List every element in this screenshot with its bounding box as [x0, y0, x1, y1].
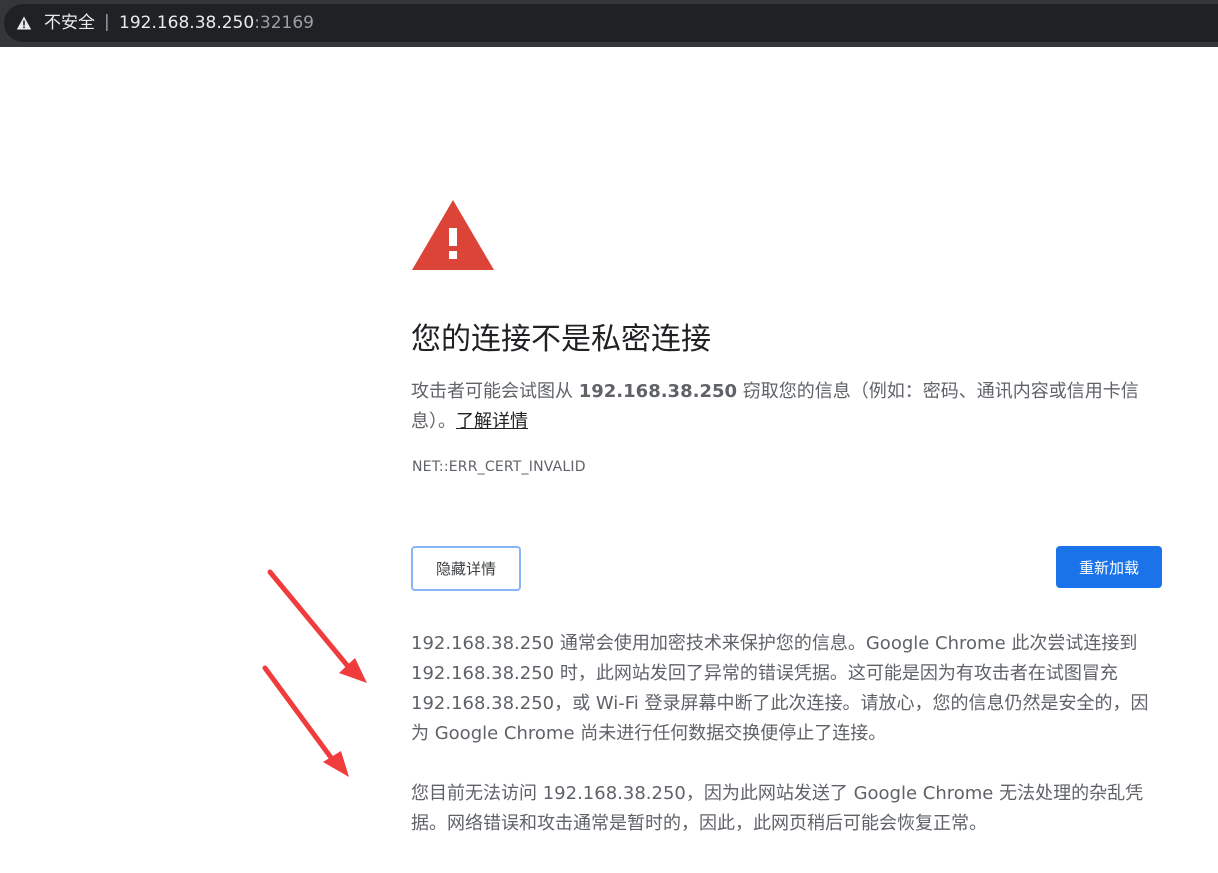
url-port: :32169	[254, 13, 314, 33]
details-paragraph: 您目前无法访问 192.168.38.250，因为此网站发送了 Google C…	[411, 783, 1144, 834]
address-separator: |	[104, 12, 110, 32]
learn-more-link[interactable]: 了解详情	[456, 411, 528, 432]
page-title: 您的连接不是私密连接	[411, 322, 711, 357]
url-text[interactable]: 192.168.38.250:32169	[119, 13, 314, 33]
error-code: NET::ERR_CERT_INVALID	[412, 459, 586, 475]
explanation-host: 192.168.38.250	[578, 381, 738, 402]
address-bar[interactable]: 不安全 | 192.168.38.250:32169	[4, 4, 1218, 42]
browser-toolbar: 不安全 | 192.168.38.250:32169	[0, 0, 1218, 47]
reload-button[interactable]: 重新加载	[1056, 546, 1162, 588]
red-arrow-icon	[267, 569, 367, 683]
details-paragraph: 192.168.38.250 通常会使用加密技术来保护您的信息。Google C…	[411, 633, 1149, 744]
explanation-prefix: 攻击者可能会试图从	[411, 381, 579, 402]
warning-triangle-icon	[412, 200, 494, 270]
warning-triangle-icon[interactable]	[16, 15, 32, 31]
red-arrow-icon	[262, 665, 349, 777]
details-section: 192.168.38.250 通常会使用加密技术来保护您的信息。Google C…	[411, 629, 1163, 839]
explanation-text: 攻击者可能会试图从 192.168.38.250 窃取您的信息（例如：密码、通讯…	[411, 377, 1161, 437]
annotation-arrows	[262, 569, 367, 777]
security-status-label[interactable]: 不安全	[44, 13, 95, 33]
hide-details-button[interactable]: 隐藏详情	[411, 546, 521, 591]
url-host: 192.168.38.250	[119, 13, 255, 33]
